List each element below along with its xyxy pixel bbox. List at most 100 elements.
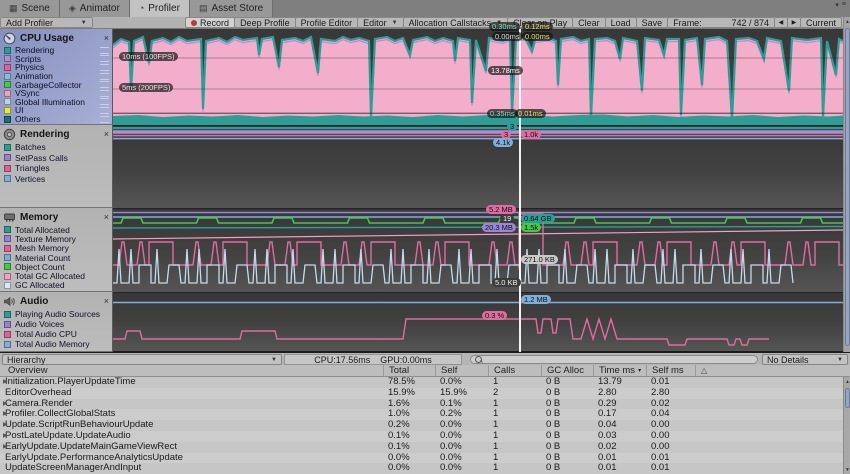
record-button[interactable]: Record xyxy=(185,17,235,28)
tab-label: Profiler xyxy=(148,3,180,14)
details-dropdown[interactable]: No Details ▼ xyxy=(762,354,848,365)
table-row[interactable]: ▶Camera.Render 1.6%0.1%10 B0.290.02 xyxy=(0,399,850,410)
drag-handle-icon[interactable] xyxy=(100,55,109,62)
expand-arrow-icon[interactable]: ▶ xyxy=(3,399,8,410)
color-swatch xyxy=(4,282,11,289)
search-icon xyxy=(475,356,482,363)
clear-button[interactable]: Clear xyxy=(572,17,606,28)
column-calls[interactable]: Calls xyxy=(488,365,541,376)
legend-item[interactable]: Triangles xyxy=(4,163,112,174)
next-frame-button[interactable]: ▶ xyxy=(787,17,801,28)
view-mode-dropdown[interactable]: Hierarchy ▼ xyxy=(2,354,282,365)
profile-editor-button[interactable]: Profile Editor xyxy=(295,17,359,28)
deep-profile-button[interactable]: Deep Profile xyxy=(234,17,296,28)
legend-item[interactable]: Total GC Allocated xyxy=(4,271,112,280)
memory-module[interactable]: Memory × Total Allocated Texture Memory … xyxy=(0,208,113,292)
close-icon[interactable]: × xyxy=(104,34,109,43)
table-row[interactable]: ▶Update.ScriptRunBehaviourUpdate 0.2%0.0… xyxy=(0,420,850,431)
rendering-chart[interactable] xyxy=(113,125,843,208)
scroll-up-icon[interactable]: ▲ xyxy=(844,379,850,385)
color-swatch xyxy=(4,331,11,338)
table-scrollbar[interactable]: ▲ ▼ xyxy=(843,377,850,474)
legend-item[interactable]: Total Audio CPU xyxy=(4,329,112,339)
scroll-down-icon[interactable]: ▼ xyxy=(844,467,850,473)
window-list-icon[interactable]: ≡ xyxy=(842,1,846,8)
legend-item[interactable]: GC Allocated xyxy=(4,281,112,290)
table-row[interactable]: ▶Profiler.CollectGlobalStats 1.0%0.2%10 … xyxy=(0,409,850,420)
add-profiler-dropdown[interactable]: Add Profiler ▼ xyxy=(0,17,93,28)
window-menu-icon[interactable]: ▾ xyxy=(835,1,839,9)
table-row[interactable]: EarlyUpdate.PerformanceAnalyticsUpdate 0… xyxy=(0,453,850,464)
tab-asset-store[interactable]: ▤ Asset Store xyxy=(190,0,273,17)
legend-item[interactable]: Object Count xyxy=(4,262,112,271)
table-row[interactable]: ▶PostLateUpdate.UpdateAudio 0.1%0.0%10 B… xyxy=(0,431,850,442)
legend-item[interactable]: Texture Memory xyxy=(4,234,112,243)
legend-item[interactable]: Vertices xyxy=(4,174,112,185)
tab-animator[interactable]: ◈ Animator xyxy=(60,0,130,17)
column-gc-alloc[interactable]: GC Alloc xyxy=(541,365,593,376)
drag-handle-icon[interactable] xyxy=(100,116,109,123)
expand-arrow-icon[interactable]: ▶ xyxy=(3,420,8,431)
expand-arrow-icon[interactable]: ▶ xyxy=(3,377,8,388)
drag-handle-icon[interactable] xyxy=(100,98,109,105)
save-button[interactable]: Save xyxy=(636,17,669,28)
profiler-icon: ◔ xyxy=(139,4,144,13)
tab-scene[interactable]: ▦ Scene xyxy=(0,0,60,17)
current-frame-button[interactable]: Current xyxy=(800,17,842,28)
load-button[interactable]: Load xyxy=(605,17,637,28)
drag-handle-icon[interactable] xyxy=(100,81,109,88)
drag-handle-icon[interactable] xyxy=(100,73,109,80)
cpu-value-label: 0.30ms xyxy=(489,22,520,31)
close-icon[interactable]: × xyxy=(104,213,109,222)
drag-handle-icon[interactable] xyxy=(100,47,109,54)
scrollbar-thumb[interactable] xyxy=(845,388,850,408)
legend-item[interactable]: Playing Audio Sources xyxy=(4,309,112,319)
expand-arrow-icon[interactable]: ▶ xyxy=(3,442,8,453)
close-icon[interactable]: × xyxy=(104,130,109,139)
search-field[interactable] xyxy=(470,355,758,364)
legend-item[interactable]: Material Count xyxy=(4,253,112,262)
cpu-usage-module[interactable]: CPU Usage × Rendering Scripts Physics An… xyxy=(0,29,113,125)
color-swatch xyxy=(4,116,11,123)
legend-item[interactable]: Total Allocated xyxy=(4,225,112,234)
table-row[interactable]: ▶EarlyUpdate.UpdateMainGameViewRect 0.1%… xyxy=(0,442,850,453)
column-time-ms[interactable]: Time ms▾ xyxy=(593,365,646,376)
memory-chart[interactable] xyxy=(113,208,843,292)
audio-module[interactable]: Audio × Playing Audio Sources Audio Voic… xyxy=(0,292,113,352)
legend-item[interactable]: SetPass Calls xyxy=(4,153,112,164)
editor-dropdown[interactable]: Editor ▼ xyxy=(357,17,403,28)
table-row[interactable]: ▶Initialization.PlayerUpdateTime 78.5%0.… xyxy=(0,377,850,388)
legend-item[interactable]: Audio Voices xyxy=(4,319,112,329)
drag-handle-icon[interactable] xyxy=(100,64,109,71)
column-self[interactable]: Self xyxy=(435,365,488,376)
chevron-down-icon: ▼ xyxy=(81,20,87,26)
charts-scrollbar[interactable]: ▲ xyxy=(843,17,850,352)
tab-profiler[interactable]: ◔ Profiler xyxy=(130,0,190,17)
legend-item[interactable]: Batches xyxy=(4,142,112,153)
scroll-up-icon[interactable]: ▲ xyxy=(844,19,850,25)
audio-chart-graphic xyxy=(113,293,843,352)
warning-icon: △ xyxy=(701,366,707,375)
cpu-usage-chart[interactable] xyxy=(113,29,843,125)
expand-arrow-icon[interactable]: ▶ xyxy=(3,431,8,442)
close-icon[interactable]: × xyxy=(104,297,109,306)
scrollbar-thumb[interactable] xyxy=(845,28,850,346)
search-input[interactable] xyxy=(482,356,753,364)
prev-frame-button[interactable]: ◀ xyxy=(774,17,788,28)
audio-chart[interactable] xyxy=(113,292,843,352)
legend-item[interactable]: Others xyxy=(4,115,112,124)
expand-arrow-icon[interactable]: ▶ xyxy=(3,409,8,420)
column-total[interactable]: Total xyxy=(383,365,435,376)
table-row[interactable]: UpdateScreenManagerAndInput 0.0%0.0%10 B… xyxy=(0,463,850,474)
drag-handle-icon[interactable] xyxy=(100,90,109,97)
table-row[interactable]: EditorOverhead 15.9%15.9%20 B2.802.80 xyxy=(0,388,850,399)
legend-item[interactable]: Mesh Memory xyxy=(4,244,112,253)
column-self-ms[interactable]: Self ms xyxy=(646,365,695,376)
rendering-module[interactable]: Rendering × Batches SetPass Calls Triang… xyxy=(0,125,113,208)
drag-handle-icon[interactable] xyxy=(100,107,109,114)
column-warning[interactable]: △ xyxy=(695,365,850,376)
selected-frame-line[interactable] xyxy=(519,29,521,352)
legend-item[interactable]: Total Audio Memory xyxy=(4,339,112,349)
column-overview[interactable]: Overview xyxy=(0,365,383,376)
chevron-down-icon: ▼ xyxy=(837,357,843,363)
